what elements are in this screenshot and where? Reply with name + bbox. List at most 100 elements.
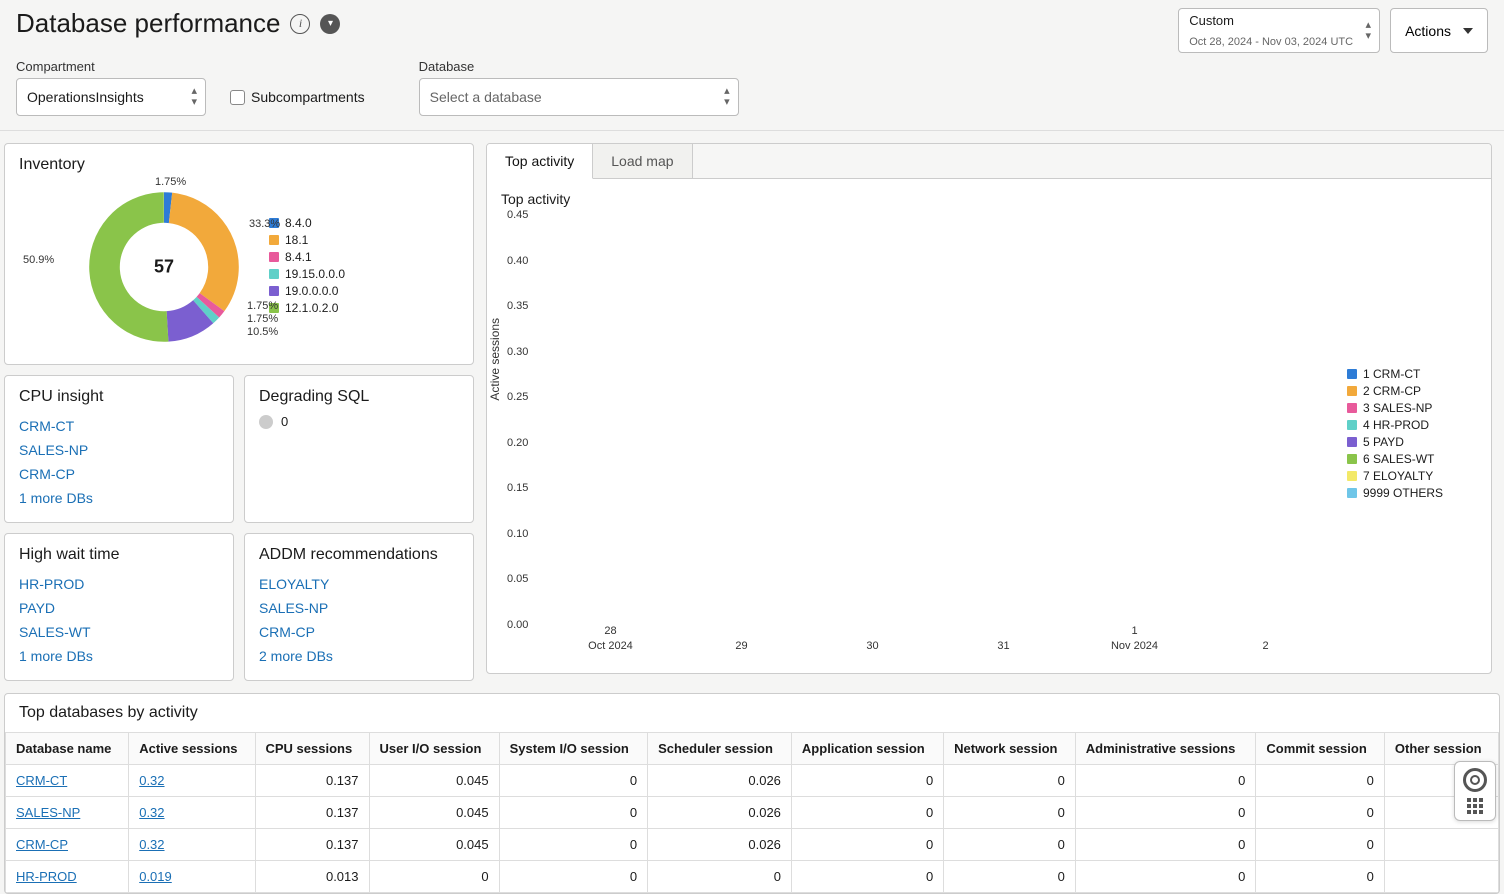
donut-label: 1.75% — [247, 313, 278, 325]
legend-item[interactable]: 19.0.0.0.0 — [269, 284, 345, 298]
db-link[interactable]: CRM-CP — [19, 462, 219, 486]
cpu-insight-card: CPU insight CRM-CTSALES-NPCRM-CP1 more D… — [4, 375, 234, 523]
top-databases-card: Top databases by activity Database nameA… — [4, 693, 1500, 894]
high-wait-card: High wait time HR-PRODPAYDSALES-WT1 more… — [4, 533, 234, 681]
table-row: CRM-CP0.320.1370.04500.0260000 — [6, 829, 1499, 861]
column-header[interactable]: Active sessions — [129, 733, 255, 765]
x-tick: 1Nov 2024 — [1111, 624, 1158, 653]
donut-label: 1.75% — [155, 176, 186, 188]
column-header[interactable]: CPU sessions — [255, 733, 369, 765]
cpu-insight-title: CPU insight — [19, 388, 219, 406]
db-link[interactable]: SALES-WT — [19, 620, 219, 644]
database-select[interactable]: Select a database ▴▾ — [419, 78, 739, 116]
legend-item[interactable]: 3 SALES-NP — [1347, 401, 1477, 415]
column-header[interactable]: System I/O session — [499, 733, 647, 765]
help-icon[interactable] — [1463, 768, 1487, 792]
db-link[interactable]: CRM-CP — [259, 620, 459, 644]
column-header[interactable]: Other session — [1384, 733, 1498, 765]
x-tick: 29 — [735, 639, 747, 653]
legend-item[interactable]: 8.4.0 — [269, 216, 345, 230]
y-tick: 0.10 — [507, 528, 528, 540]
chevron-updown-icon: ▴▾ — [1366, 20, 1372, 42]
legend-item[interactable]: 4 HR-PROD — [1347, 418, 1477, 432]
actions-label: Actions — [1405, 23, 1451, 39]
tab-load-map[interactable]: Load map — [593, 144, 692, 178]
db-link[interactable]: ELOYALTY — [259, 572, 459, 596]
donut-label: 10.5% — [247, 326, 278, 338]
db-name-link[interactable]: SALES-NP — [16, 805, 80, 820]
help-widget[interactable] — [1454, 761, 1496, 821]
x-tick: 28Oct 2024 — [588, 624, 633, 653]
chevron-updown-icon: ▴▾ — [724, 86, 730, 108]
inventory-total: 57 — [154, 257, 174, 278]
page-title: Database performance — [16, 8, 280, 39]
db-link[interactable]: PAYD — [19, 596, 219, 620]
db-link[interactable]: SALES-NP — [259, 596, 459, 620]
column-header[interactable]: Commit session — [1256, 733, 1385, 765]
y-tick: 0.05 — [507, 573, 528, 585]
legend-item[interactable]: 1 CRM-CT — [1347, 367, 1477, 381]
column-header[interactable]: Scheduler session — [648, 733, 792, 765]
legend-item[interactable]: 19.15.0.0.0 — [269, 267, 345, 281]
high-wait-title: High wait time — [19, 546, 219, 564]
column-header[interactable]: Application session — [791, 733, 943, 765]
donut-label: 1.75% — [247, 300, 278, 312]
compartment-value: OperationsInsights — [27, 89, 144, 105]
y-tick: 0.20 — [507, 437, 528, 449]
filter-icon[interactable]: ▾ — [320, 14, 340, 34]
degrading-sql-count: 0 — [281, 414, 288, 429]
date-range-select[interactable]: Custom Oct 28, 2024 - Nov 03, 2024 UTC ▴… — [1178, 8, 1380, 53]
db-name-link[interactable]: CRM-CT — [16, 773, 67, 788]
legend-item[interactable]: 8.4.1 — [269, 250, 345, 264]
db-link[interactable]: HR-PROD — [19, 572, 219, 596]
addm-card: ADDM recommendations ELOYALTYSALES-NPCRM… — [244, 533, 474, 681]
legend-item[interactable]: 18.1 — [269, 233, 345, 247]
legend-item[interactable]: 6 SALES-WT — [1347, 452, 1477, 466]
legend-item[interactable]: 2 CRM-CP — [1347, 384, 1477, 398]
active-sessions-link[interactable]: 0.32 — [139, 773, 164, 788]
info-icon[interactable]: i — [290, 14, 310, 34]
table-row: HR-PROD0.0190.0130000000 — [6, 861, 1499, 893]
legend-item[interactable]: 12.1.0.2.0 — [269, 301, 345, 315]
db-name-link[interactable]: CRM-CP — [16, 837, 68, 852]
compartment-select[interactable]: OperationsInsights ▴▾ — [16, 78, 206, 116]
apps-grid-icon[interactable] — [1467, 798, 1483, 814]
more-link[interactable]: 1 more DBs — [19, 644, 219, 668]
y-tick: 0.35 — [507, 300, 528, 312]
more-link[interactable]: 2 more DBs — [259, 644, 459, 668]
legend-item[interactable]: 7 ELOYALTY — [1347, 469, 1477, 483]
legend-item[interactable]: 5 PAYD — [1347, 435, 1477, 449]
active-sessions-link[interactable]: 0.32 — [139, 805, 164, 820]
more-link[interactable]: 1 more DBs — [19, 486, 219, 510]
compartment-label: Compartment — [16, 59, 206, 74]
top-activity-chart[interactable]: Active sessions 0.000.050.100.150.200.25… — [501, 215, 1331, 655]
active-sessions-link[interactable]: 0.019 — [139, 869, 172, 884]
active-sessions-link[interactable]: 0.32 — [139, 837, 164, 852]
column-header[interactable]: Network session — [944, 733, 1076, 765]
actions-button[interactable]: Actions — [1390, 8, 1488, 53]
y-tick: 0.40 — [507, 255, 528, 267]
tab-top-activity[interactable]: Top activity — [487, 144, 593, 179]
db-link[interactable]: SALES-NP — [19, 438, 219, 462]
y-tick: 0.25 — [507, 391, 528, 403]
top-databases-table: Database nameActive sessionsCPU sessions… — [5, 732, 1499, 893]
column-header[interactable]: User I/O session — [369, 733, 499, 765]
y-tick: 0.15 — [507, 482, 528, 494]
legend-item[interactable]: 9999 OTHERS — [1347, 486, 1477, 500]
column-header[interactable]: Database name — [6, 733, 129, 765]
db-name-link[interactable]: HR-PROD — [16, 869, 77, 884]
x-tick: 31 — [997, 639, 1009, 653]
donut-label: 33.3% — [249, 218, 280, 230]
degrading-sql-title: Degrading SQL — [259, 388, 459, 406]
inventory-legend: 8.4.0 18.1 8.4.1 19.15.0.0.0 19.0.0.0.0 12.1.… — [269, 216, 345, 318]
database-placeholder: Select a database — [430, 89, 542, 105]
db-link[interactable]: CRM-CT — [19, 414, 219, 438]
column-header[interactable]: Administrative sessions — [1075, 733, 1256, 765]
subcompartments-checkbox[interactable] — [230, 90, 245, 105]
donut-label: 50.9% — [23, 254, 54, 266]
inventory-donut-chart[interactable]: 57 50.9% 1.75% 33.3% 1.75% 1.75% 10.5% — [79, 182, 249, 352]
database-label: Database — [419, 59, 739, 74]
date-range-value: Oct 28, 2024 - Nov 03, 2024 UTC — [1189, 36, 1353, 48]
chart-title: Top activity — [501, 191, 1477, 207]
subcompartments-label: Subcompartments — [251, 89, 365, 105]
